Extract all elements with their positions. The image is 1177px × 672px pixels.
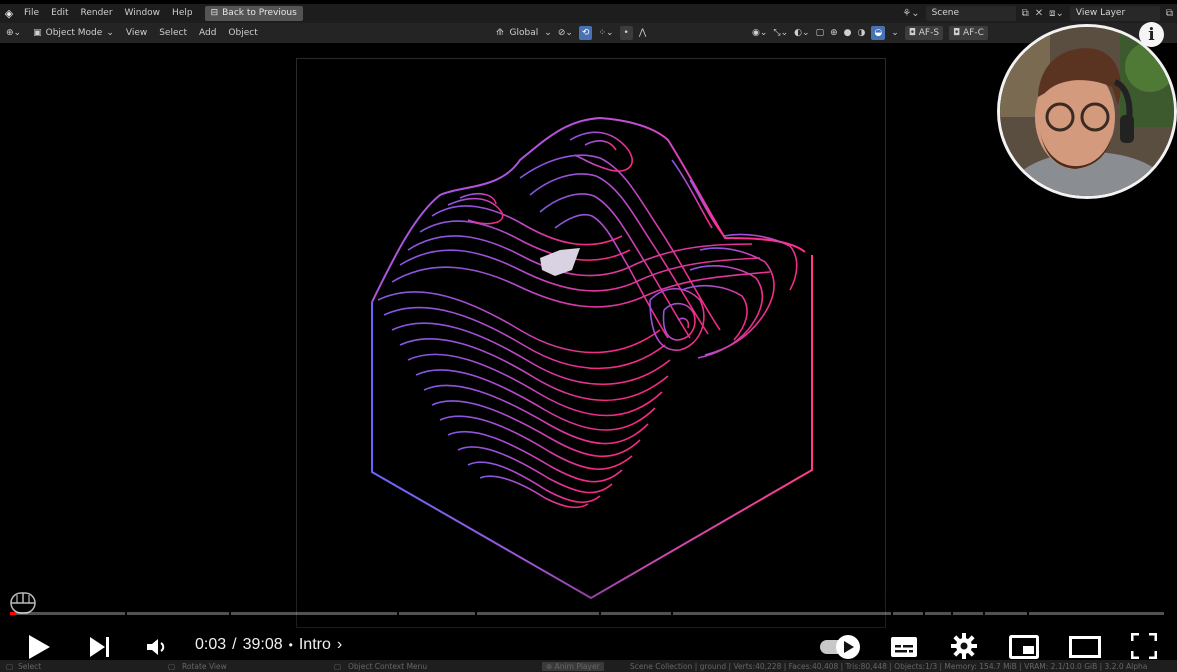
chapter-segment[interactable] xyxy=(477,612,599,615)
falloff-icon[interactable]: ⋀ xyxy=(639,28,646,38)
chapter-segment[interactable] xyxy=(1029,612,1164,615)
current-time: 0:03 xyxy=(195,636,227,653)
chapter-segment[interactable] xyxy=(10,612,125,615)
scene-field[interactable]: Scene xyxy=(925,6,1016,21)
new-scene-icon[interactable]: ⧉ xyxy=(1022,8,1029,19)
fullscreen-icon[interactable] xyxy=(1128,630,1160,662)
wireframe-shading-icon[interactable]: ⊕ xyxy=(830,28,838,38)
back-icon: ⊟ xyxy=(210,8,219,18)
close-scene-icon[interactable]: ✕ xyxy=(1035,8,1043,19)
play-icon[interactable] xyxy=(24,632,54,662)
contour-lines xyxy=(377,131,798,509)
status-context-menu: Object Context Menu xyxy=(348,661,428,671)
menu-add[interactable]: Add xyxy=(193,28,222,38)
camera-icon: ◘ xyxy=(908,28,919,38)
snap-target-icon[interactable]: ⁘⌄ xyxy=(598,28,613,38)
chapter-segment[interactable] xyxy=(925,612,951,615)
chevron-down-icon: ⌄ xyxy=(544,28,552,38)
object-mode-dropdown[interactable]: ▣ Object Mode ⌄ xyxy=(27,28,120,38)
theater-icon[interactable] xyxy=(1068,632,1102,662)
menu-render[interactable]: Render xyxy=(75,4,119,23)
chevron-down-icon[interactable]: ⌄ xyxy=(891,28,899,38)
player-controls xyxy=(0,628,1177,664)
gizmo-icon[interactable]: ⤡⌄ xyxy=(773,28,788,38)
view-layer-field[interactable]: View Layer xyxy=(1069,6,1160,21)
played-progress xyxy=(10,612,15,615)
proportional-edit-icon[interactable]: • xyxy=(619,26,633,40)
subtitles-icon[interactable] xyxy=(888,632,920,662)
blender-statusbar: ▢ Select ▢ Rotate View ▢ Object Context … xyxy=(0,660,1177,672)
viewport-header: ⊕⌄ ▣ Object Mode ⌄ View Select Add Objec… xyxy=(0,23,1177,43)
scene-stats: Scene Collection | ground | Verts:40,228… xyxy=(630,661,1148,671)
chapter-segment[interactable] xyxy=(893,612,923,615)
chapter-segment[interactable] xyxy=(985,612,1027,615)
chapter-title[interactable]: Intro xyxy=(299,636,331,654)
volume-icon[interactable] xyxy=(142,632,172,662)
menu-file[interactable]: File xyxy=(18,4,45,23)
solid-shading-icon[interactable]: ● xyxy=(844,28,852,38)
presenter-avatar xyxy=(1000,27,1174,196)
status-rotate: Rotate View xyxy=(182,661,227,671)
miniplayer-icon[interactable] xyxy=(1008,632,1040,662)
back-to-previous-button[interactable]: ⊟ Back to Previous xyxy=(204,6,303,21)
status-select: Select xyxy=(18,661,42,671)
scene-icon[interactable]: ⚘⌄ xyxy=(902,8,919,19)
menu-select[interactable]: Select xyxy=(153,28,193,38)
close-icon: ⊗ xyxy=(546,661,555,671)
next-icon[interactable] xyxy=(85,632,115,662)
menu-edit[interactable]: Edit xyxy=(45,4,74,23)
time-separator: / xyxy=(232,636,237,653)
orientation-dropdown[interactable]: Global xyxy=(510,28,539,38)
rendered-shading-icon[interactable]: ◒ xyxy=(871,26,886,40)
chapter-segment[interactable] xyxy=(399,612,475,615)
chapter-segment[interactable] xyxy=(127,612,229,615)
mouse-icon xyxy=(10,592,36,614)
transform-orientation-icon: ⟰ xyxy=(496,28,504,38)
new-view-layer-icon[interactable]: ⧉ xyxy=(1166,8,1173,19)
info-icon[interactable]: i xyxy=(1139,22,1164,47)
material-shading-icon[interactable]: ◑ xyxy=(857,28,865,38)
af-s-button[interactable]: ◘ AF-S xyxy=(904,26,944,40)
mouse-right-icon: ▢ xyxy=(334,661,342,671)
camera-icon: ◘ xyxy=(953,28,964,38)
mouse-left-icon: ▢ xyxy=(6,661,14,671)
visibility-icon[interactable]: ◉⌄ xyxy=(752,28,767,38)
menu-view[interactable]: View xyxy=(120,28,153,38)
progress-bar[interactable] xyxy=(10,612,1172,615)
menu-object[interactable]: Object xyxy=(222,28,263,38)
blender-logo-icon[interactable]: ◈ xyxy=(0,4,18,23)
blender-menubar: ◈ File Edit Render Window Help ⊟ Back to… xyxy=(0,4,1177,23)
menu-window[interactable]: Window xyxy=(119,4,167,23)
pivot-icon[interactable]: ⊘⌄ xyxy=(558,28,573,38)
chapter-segment[interactable] xyxy=(601,612,671,615)
settings-icon[interactable] xyxy=(948,630,980,662)
af-c-button[interactable]: ◘ AF-C xyxy=(949,26,988,40)
topographic-render xyxy=(371,116,813,600)
snap-toggle-icon[interactable]: ⟲ xyxy=(578,26,593,40)
duration: 39:08 xyxy=(242,636,283,653)
chapter-segment[interactable] xyxy=(673,612,891,615)
editor-type-icon[interactable]: ⊕⌄ xyxy=(0,28,27,38)
webcam-overlay xyxy=(997,24,1177,199)
mouse-middle-icon: ▢ xyxy=(168,661,176,671)
chapter-segment[interactable] xyxy=(231,612,397,615)
autoplay-toggle[interactable] xyxy=(818,634,864,660)
chapter-segment[interactable] xyxy=(953,612,983,615)
chevron-down-icon: ⌄ xyxy=(106,28,114,38)
view-layer-icon[interactable]: ⧈⌄ xyxy=(1049,8,1064,19)
object-mode-icon: ▣ xyxy=(33,28,42,38)
chapter-dot: • xyxy=(288,638,293,652)
anim-player-badge[interactable]: ⊗ Anim Player xyxy=(542,661,604,671)
time-display: 0:03 / 39:08 • Intro › xyxy=(195,636,342,654)
overlay-icon[interactable]: ◐⌄ xyxy=(794,28,809,38)
xray-icon[interactable]: ▢ xyxy=(816,28,825,38)
chevron-right-icon[interactable]: › xyxy=(337,636,342,654)
menu-help[interactable]: Help xyxy=(166,4,199,23)
